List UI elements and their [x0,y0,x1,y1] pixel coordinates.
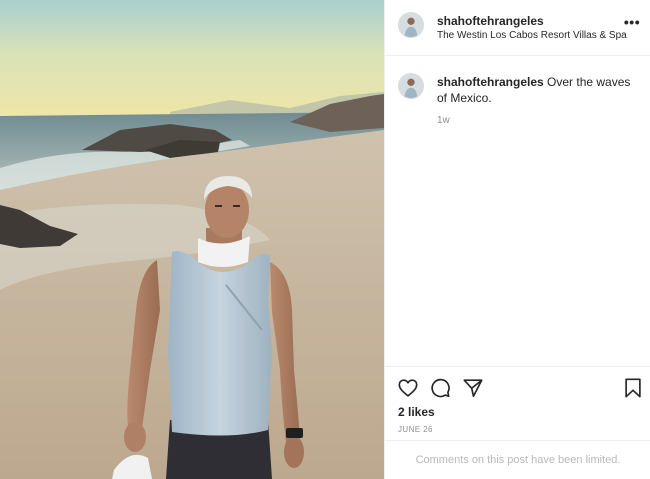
caption-text: shahoftehrangeles Over the waves of Mexi… [437,74,642,106]
post-date: JUNE 26 [398,425,433,434]
post-header: shahoftehrangeles The Westin Los Cabos R… [385,0,650,56]
beach-photo-image [0,0,384,479]
likes-count[interactable]: 2 likes [398,405,435,419]
caption-username[interactable]: shahoftehrangeles [437,75,544,89]
caption-avatar-icon[interactable] [398,73,424,99]
post-actions: 2 likes JUNE 26 [385,366,650,440]
post-author-username[interactable]: shahoftehrangeles [437,14,544,28]
post-details-panel: shahoftehrangeles The Westin Los Cabos R… [384,0,650,479]
heart-icon[interactable] [397,377,419,399]
paper-plane-icon[interactable] [462,377,484,399]
profile-avatar-icon[interactable] [398,12,424,38]
more-options-icon[interactable]: ••• [623,15,641,32]
post-location[interactable]: The Westin Los Cabos Resort Villas & Spa [437,30,627,41]
post-photo[interactable] [0,0,384,479]
caption-timestamp[interactable]: 1w [437,115,450,126]
comment-bubble-icon[interactable] [429,377,451,399]
comments-limited-notice: Comments on this post have been limited. [385,440,650,479]
bookmark-icon[interactable] [622,377,644,399]
